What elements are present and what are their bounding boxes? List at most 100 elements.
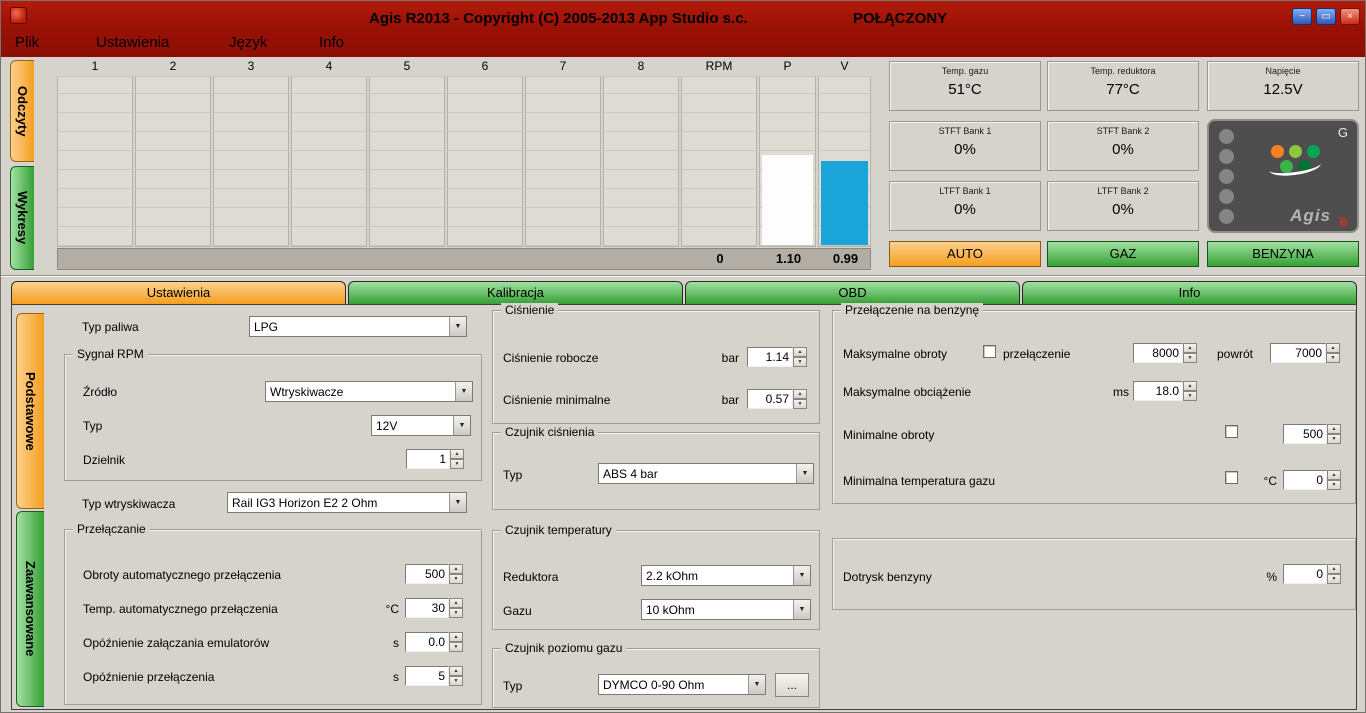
chevron-down-icon[interactable]: ▼ — [453, 416, 470, 435]
min-obroty-label: Minimalne obroty — [843, 428, 934, 442]
gazu-combo[interactable]: 10 kOhm ▼ — [641, 599, 811, 620]
chevron-down-icon[interactable]: ▼ — [748, 675, 765, 694]
czujnik-cisnienia-combo[interactable]: ABS 4 bar ▼ — [598, 463, 814, 484]
min-obroty-spinner[interactable]: ▲▼ — [1327, 424, 1341, 444]
auto-mode-button[interactable]: AUTO — [889, 241, 1041, 267]
menu-ustawienia[interactable]: Ustawienia — [96, 34, 169, 51]
benzyna-mode-button[interactable]: BENZYNA — [1207, 241, 1359, 267]
spin-down-icon[interactable]: ▼ — [1327, 434, 1341, 444]
dotrysk-input[interactable] — [1283, 564, 1327, 584]
poziom-typ-combo[interactable]: DYMCO 0-90 Ohm ▼ — [598, 674, 766, 695]
restore-button[interactable]: ▭ — [1316, 8, 1336, 25]
group-czujnik-poziomu: Czujnik poziomu gazu Typ DYMCO 0-90 Ohm … — [492, 648, 820, 708]
spin-up-icon[interactable]: ▲ — [449, 564, 463, 574]
gaz-mode-button[interactable]: GAZ — [1047, 241, 1199, 267]
reduktora-label: Reduktora — [503, 570, 558, 584]
tab-ustawienia[interactable]: Ustawienia — [11, 281, 346, 304]
switch-delay-spinner[interactable]: ▲▼ — [449, 666, 463, 686]
chevron-down-icon[interactable]: ▼ — [793, 600, 810, 619]
spin-down-icon[interactable]: ▼ — [793, 399, 807, 409]
cisnienie-minimalne-spinner[interactable]: ▲▼ — [793, 389, 807, 409]
powrot-input[interactable] — [1270, 343, 1326, 363]
spin-up-icon[interactable]: ▲ — [793, 389, 807, 399]
menu-info[interactable]: Info — [319, 34, 344, 51]
maks-obciazenie-spinner[interactable]: ▲▼ — [1183, 381, 1197, 401]
spin-up-icon[interactable]: ▲ — [1327, 564, 1341, 574]
powrot-spinner[interactable]: ▲▼ — [1326, 343, 1340, 363]
emulator-delay-spinner[interactable]: ▲▼ — [449, 632, 463, 652]
cisnienie-minimalne-label: Ciśnienie minimalne — [503, 393, 610, 407]
obroty-auto-label: Obroty automatycznego przełączenia — [83, 568, 281, 582]
emulator-delay-unit: s — [359, 636, 399, 650]
chevron-down-icon[interactable]: ▼ — [449, 317, 466, 336]
rpm-typ-label: Typ — [83, 419, 102, 433]
spin-up-icon[interactable]: ▲ — [1327, 424, 1341, 434]
cisnienie-robocze-input[interactable] — [747, 347, 793, 367]
poziom-more-button[interactable]: ... — [775, 673, 809, 697]
tab-kalibracja[interactable]: Kalibracja — [348, 281, 683, 304]
menu-plik[interactable]: Plik — [15, 34, 39, 51]
spin-up-icon[interactable]: ▲ — [793, 347, 807, 357]
spin-up-icon[interactable]: ▲ — [449, 598, 463, 608]
spin-down-icon[interactable]: ▼ — [449, 574, 463, 584]
maks-obroty-spinner[interactable]: ▲▼ — [1183, 343, 1197, 363]
chevron-down-icon[interactable]: ▼ — [455, 382, 472, 401]
reduktora-combo[interactable]: 2.2 kOhm ▼ — [641, 565, 811, 586]
obroty-auto-spinner[interactable]: ▲▼ — [449, 564, 463, 584]
spin-down-icon[interactable]: ▼ — [1183, 353, 1197, 363]
spin-down-icon[interactable]: ▼ — [1326, 353, 1340, 363]
min-temp-spinner[interactable]: ▲▼ — [1327, 470, 1341, 490]
typ-paliwa-combo[interactable]: LPG ▼ — [249, 316, 467, 337]
spin-down-icon[interactable]: ▼ — [449, 676, 463, 686]
chevron-down-icon[interactable]: ▼ — [449, 493, 466, 512]
spin-down-icon[interactable]: ▼ — [449, 642, 463, 652]
spin-up-icon[interactable]: ▲ — [1183, 381, 1197, 391]
tab-podstawowe[interactable]: Podstawowe — [16, 313, 44, 509]
min-obroty-checkbox[interactable] — [1225, 425, 1238, 438]
spin-down-icon[interactable]: ▼ — [449, 608, 463, 618]
spin-up-icon[interactable]: ▲ — [449, 632, 463, 642]
chevron-down-icon[interactable]: ▼ — [796, 464, 813, 483]
spin-up-icon[interactable]: ▲ — [449, 666, 463, 676]
spin-up-icon[interactable]: ▲ — [1327, 470, 1341, 480]
typ-wtryskiwacza-combo[interactable]: Rail IG3 Horizon E2 2 Ohm ▼ — [227, 492, 467, 513]
temp-auto-spinner[interactable]: ▲▼ — [449, 598, 463, 618]
tab-odczyty[interactable]: Odczyty — [10, 60, 34, 162]
tab-info[interactable]: Info — [1022, 281, 1357, 304]
spin-up-icon[interactable]: ▲ — [1326, 343, 1340, 353]
spin-down-icon[interactable]: ▼ — [1327, 480, 1341, 490]
temp-auto-input[interactable] — [405, 598, 449, 618]
dzielnik-spinner[interactable]: ▲▼ — [450, 449, 464, 469]
maks-obciazenie-input[interactable] — [1133, 381, 1183, 401]
spin-up-icon[interactable]: ▲ — [450, 449, 464, 459]
obroty-auto-input[interactable] — [405, 564, 449, 584]
spin-down-icon[interactable]: ▼ — [1327, 574, 1341, 584]
maks-obroty-input[interactable] — [1133, 343, 1183, 363]
chevron-down-icon[interactable]: ▼ — [793, 566, 810, 585]
spin-down-icon[interactable]: ▼ — [1183, 391, 1197, 401]
injector-meter-8 — [603, 76, 679, 247]
spin-up-icon[interactable]: ▲ — [1183, 343, 1197, 353]
emulator-delay-input[interactable] — [405, 632, 449, 652]
menu-jezyk[interactable]: Język — [229, 34, 267, 51]
cisnienie-robocze-spinner[interactable]: ▲▼ — [793, 347, 807, 367]
tab-wykresy[interactable]: Wykresy — [10, 166, 34, 270]
dotrysk-spinner[interactable]: ▲▼ — [1327, 564, 1341, 584]
reading-ltft-bank1: LTFT Bank 1 0% — [889, 181, 1041, 231]
zrodlo-combo[interactable]: Wtryskiwacze ▼ — [265, 381, 473, 402]
przelaczenie-checkbox[interactable] — [983, 345, 996, 358]
spin-down-icon[interactable]: ▼ — [793, 357, 807, 367]
min-obroty-input[interactable] — [1283, 424, 1327, 444]
channel-label: 3 — [213, 59, 289, 75]
min-temp-input[interactable] — [1283, 470, 1327, 490]
rpm-typ-combo[interactable]: 12V ▼ — [371, 415, 471, 436]
group-czujnik-temperatury: Czujnik temperatury Reduktora 2.2 kOhm ▼… — [492, 530, 820, 630]
tab-obd[interactable]: OBD — [685, 281, 1020, 304]
dzielnik-input[interactable] — [406, 449, 450, 469]
tab-zaawansowane[interactable]: Zaawansowane — [16, 511, 44, 707]
switch-delay-input[interactable] — [405, 666, 449, 686]
close-button[interactable]: × — [1340, 8, 1360, 25]
cisnienie-minimalne-input[interactable] — [747, 389, 793, 409]
spin-down-icon[interactable]: ▼ — [450, 459, 464, 469]
minimize-button[interactable]: − — [1292, 8, 1312, 25]
